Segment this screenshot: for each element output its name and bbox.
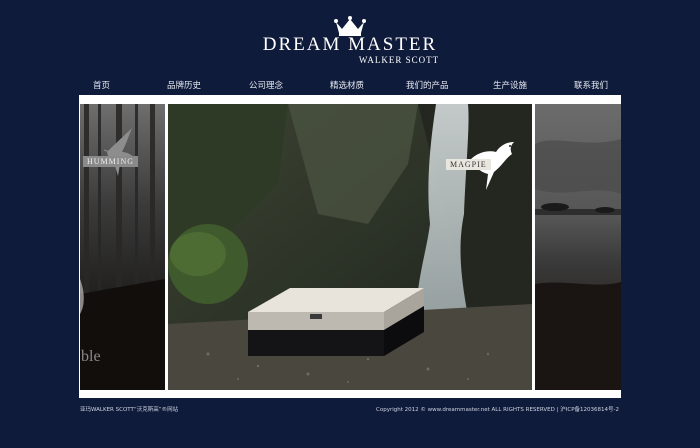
mattress-image <box>248 288 424 356</box>
slide-partial-text: ble <box>81 348 101 365</box>
slide-humming[interactable]: HUMMING ble <box>80 104 165 390</box>
slide-label-magpie: MAGPIE <box>446 159 491 170</box>
slide-right[interactable] <box>535 104 621 390</box>
nav-item-facilities[interactable]: 生产设施 <box>493 79 527 91</box>
brand-name: DREAM MASTER <box>262 34 438 55</box>
nav-item-contact[interactable]: 联系我们 <box>574 79 608 91</box>
footer-copyright: Copyright 2012 © www.dreammaster.net ALL… <box>376 407 619 413</box>
nav-item-home[interactable]: 首页 <box>93 79 110 91</box>
brand-subtitle: WALKER SCOTT <box>358 55 440 65</box>
hummingbird-icon <box>103 128 138 176</box>
slide-label-humming: HUMMING <box>83 156 138 167</box>
slide-magpie[interactable]: MAGPIE <box>168 104 532 390</box>
nav-item-products[interactable]: 我们的产品 <box>406 79 449 91</box>
nav-item-philosophy[interactable]: 公司理念 <box>249 79 283 91</box>
logo[interactable]: DREAM MASTER WALKER SCOTT <box>0 16 700 65</box>
main-nav: 首页 品牌历史 公司理念 精选材质 我们的产品 生产设施 联系我们 <box>60 79 640 91</box>
nav-item-materials[interactable]: 精选材质 <box>330 79 364 91</box>
image-slider: HUMMING ble MAGPIE <box>79 95 621 398</box>
seascape-image <box>535 139 621 390</box>
crown-icon <box>334 16 366 36</box>
nav-item-brand-history[interactable]: 品牌历史 <box>167 79 201 91</box>
footer-left-text: 亚玛WALKER SCOTT“沃克斯高”®网站 <box>80 407 179 413</box>
